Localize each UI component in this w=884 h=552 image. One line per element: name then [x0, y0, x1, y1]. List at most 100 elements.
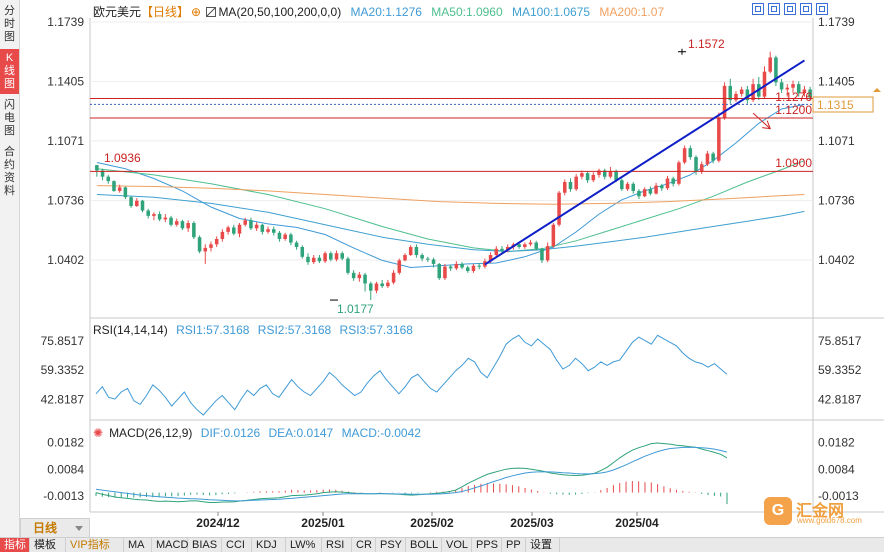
indicator-tab-cci[interactable]: CCI [222, 538, 252, 552]
current-price-value: 1.1315 [817, 98, 854, 112]
candle-body [465, 267, 470, 272]
level-0900-label: 1.0900 [775, 156, 812, 170]
candle-body [306, 256, 310, 263]
price-tick-right: 1.0736 [818, 194, 855, 208]
candle-body [523, 244, 527, 248]
candle-body [648, 189, 653, 194]
candle-body [705, 153, 710, 165]
macd-tick-right: 0.0084 [818, 462, 855, 476]
candle-body [323, 253, 327, 262]
candle-body [226, 227, 230, 232]
left-price-label: 1.0936 [104, 151, 141, 165]
chevron-down-icon [75, 526, 83, 531]
rsi-line [95, 334, 728, 416]
candle-body [585, 173, 590, 181]
candle-body [528, 242, 533, 245]
price-tick-left: 1.1071 [47, 134, 84, 148]
candle-body [403, 255, 407, 261]
macd-legend: ✺ MACD(26,12,9) DIF:0.0126 DEA:0.0147 MAC… [93, 426, 426, 440]
candle-body [157, 214, 162, 220]
indicator-tab-psy[interactable]: PSY [376, 538, 406, 552]
rsi1-value: RSI1:57.3168 [176, 323, 250, 337]
price-tick-left: 1.1405 [47, 74, 84, 88]
candle-body [460, 263, 464, 268]
level-1276-label: 1.1276 [775, 90, 812, 104]
price-tick-left: 1.0736 [47, 194, 84, 208]
dea-value: DEA:0.0147 [268, 426, 334, 440]
indicator-tab-vol[interactable]: VOL [442, 538, 472, 552]
candle-body [477, 265, 481, 267]
candle-body [214, 238, 219, 245]
candle-body [243, 220, 247, 225]
indicator-tab-cr[interactable]: CR [352, 538, 376, 552]
macd-settings-icon[interactable]: ✺ [93, 426, 103, 440]
candle-body [351, 272, 356, 279]
candle-body [734, 93, 738, 101]
indicator-tab-boll[interactable]: BOLL [406, 538, 442, 552]
candle-body [260, 224, 265, 232]
candle-body [500, 248, 504, 251]
candle-body [317, 257, 322, 262]
indicator-tab-kdj[interactable]: KDJ [252, 538, 286, 552]
candle-body [117, 187, 122, 191]
candle-body [363, 274, 367, 284]
candlestick-series [95, 51, 812, 301]
indicator-tab-ma[interactable]: MA [124, 538, 152, 552]
candle-body [420, 255, 424, 259]
candle-body [768, 57, 772, 72]
macd-tick-left: 0.0084 [47, 462, 84, 476]
watermark: G 汇金网 www.gold678.com [764, 497, 874, 527]
candle-body [443, 266, 447, 279]
indicator-tab-lw[interactable]: LW% [286, 538, 322, 552]
candle-body [266, 229, 270, 232]
candle-body [426, 258, 430, 260]
price-tick-right: 1.1739 [818, 15, 855, 29]
time-tick-label: 2025/04 [615, 516, 659, 530]
candle-body [414, 247, 419, 256]
candle-body [711, 153, 715, 161]
candle-body [163, 217, 168, 220]
candle-body [340, 253, 344, 259]
current-price-marker [873, 88, 881, 92]
candle-body [688, 148, 693, 158]
candle-body [232, 227, 236, 234]
candle-body [209, 244, 213, 248]
candle-body [408, 247, 413, 256]
candle-body [717, 117, 721, 161]
macd-panel: 0.0182 0.01820.0084 0.0084-0.0013 -0.0013 [43, 435, 859, 505]
indicator-tab-rsi[interactable]: RSI [322, 538, 352, 552]
candle-body [739, 89, 744, 94]
rsi-tick-right: 75.8517 [818, 334, 862, 348]
candle-body [448, 266, 453, 269]
macd-tick-left: 0.0182 [47, 435, 84, 449]
trendline[interactable] [484, 59, 805, 266]
time-tick-label: 2024/12 [196, 516, 240, 530]
candle-body [192, 222, 196, 238]
macd-label: MACD(26,12,9) [109, 426, 193, 440]
indicator-tab-pp[interactable]: PP [502, 538, 526, 552]
indicator-tab-1[interactable]: 模板 [30, 538, 66, 552]
price-tick-right: 1.1405 [818, 74, 855, 88]
indicator-tab-16[interactable]: 设置 [526, 538, 560, 552]
rsi-tick-right: 59.3352 [818, 363, 862, 377]
indicator-tab-bias[interactable]: BIAS [188, 538, 222, 552]
price-tick-right: 1.0402 [818, 253, 855, 267]
candle-body [471, 265, 476, 272]
candle-body [574, 176, 578, 190]
indicator-tab-0[interactable]: 指标 [0, 538, 30, 552]
time-tick-label: 2025/03 [510, 516, 554, 530]
candle-body [180, 221, 185, 229]
candle-body [591, 174, 596, 181]
rsi-tick-left: 75.8517 [41, 334, 85, 348]
indicator-tab-macd[interactable]: MACD [152, 538, 188, 552]
ma50-line [96, 160, 805, 253]
candle-body [135, 200, 139, 207]
indicator-tab-vip[interactable]: VIP指标 [66, 538, 124, 552]
indicator-tab-pps[interactable]: PPS [472, 538, 502, 552]
price-chart[interactable]: 1.1572 1.0177 1.0936 1.12761.1200 1.0900 1.13… [0, 0, 884, 537]
price-tick-left: 1.1739 [47, 15, 84, 29]
candle-body [699, 164, 704, 172]
period-selector[interactable]: 日线 [20, 518, 90, 538]
rsi-tick-left: 42.8187 [41, 392, 85, 406]
candle-body [140, 200, 145, 211]
